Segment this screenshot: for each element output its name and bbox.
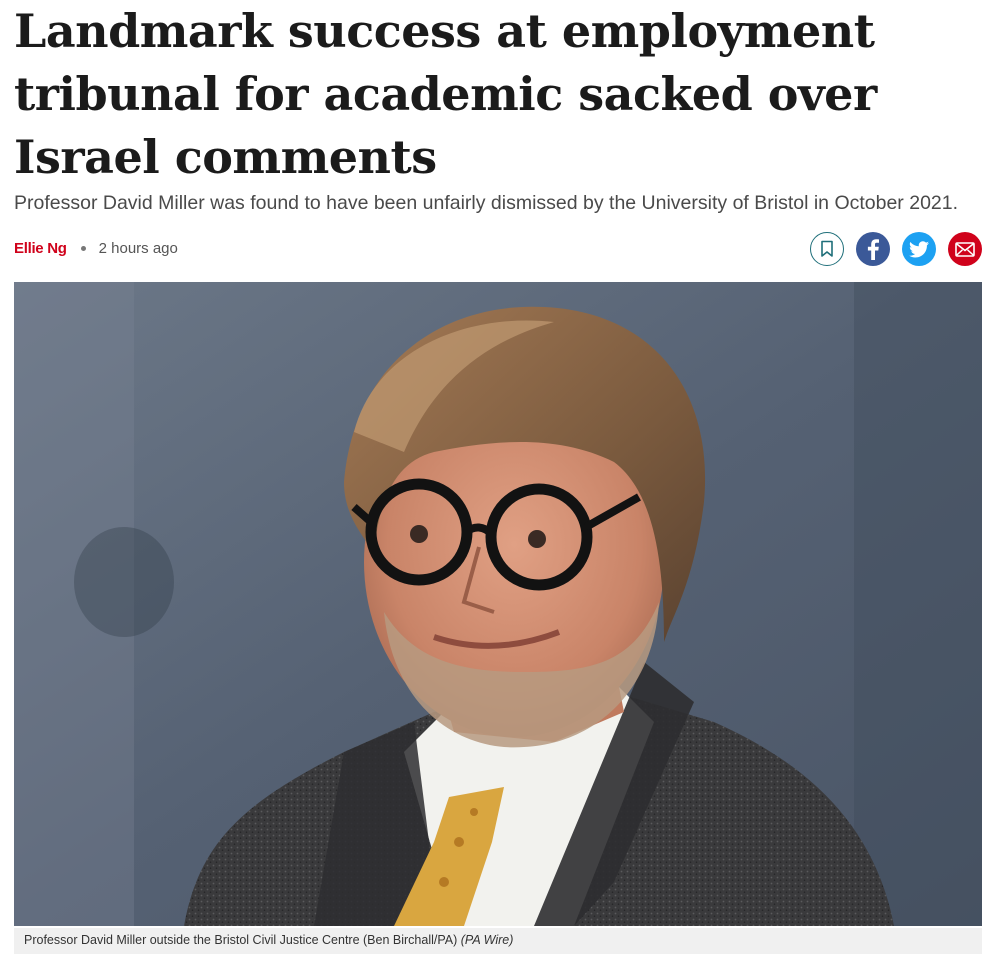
author-link[interactable]: Ellie Ng [14,240,67,257]
separator-dot [80,245,86,251]
email-icon [955,241,975,257]
bookmark-icon [821,240,833,257]
article-headline: Landmark success at employment tribunal … [14,4,877,184]
caption-credit: (PA Wire) [460,933,514,947]
caption-text: Professor David Miller outside the Brist… [24,933,458,947]
article-standfirst: Professor David Miller was found to have… [14,192,959,214]
portrait-illustration [14,282,982,926]
article-photo [14,282,982,926]
facebook-share-button[interactable] [856,232,890,266]
facebook-icon [867,239,879,260]
photo-caption: Professor David Miller outside the Brist… [14,928,982,954]
email-share-button[interactable] [948,232,982,266]
share-bar [810,232,982,266]
publish-time: 2 hours ago [98,239,178,257]
twitter-share-button[interactable] [902,232,936,266]
twitter-icon [909,240,929,257]
bookmark-button[interactable] [810,232,844,266]
byline: Ellie Ng 2 hours ago [14,236,178,260]
